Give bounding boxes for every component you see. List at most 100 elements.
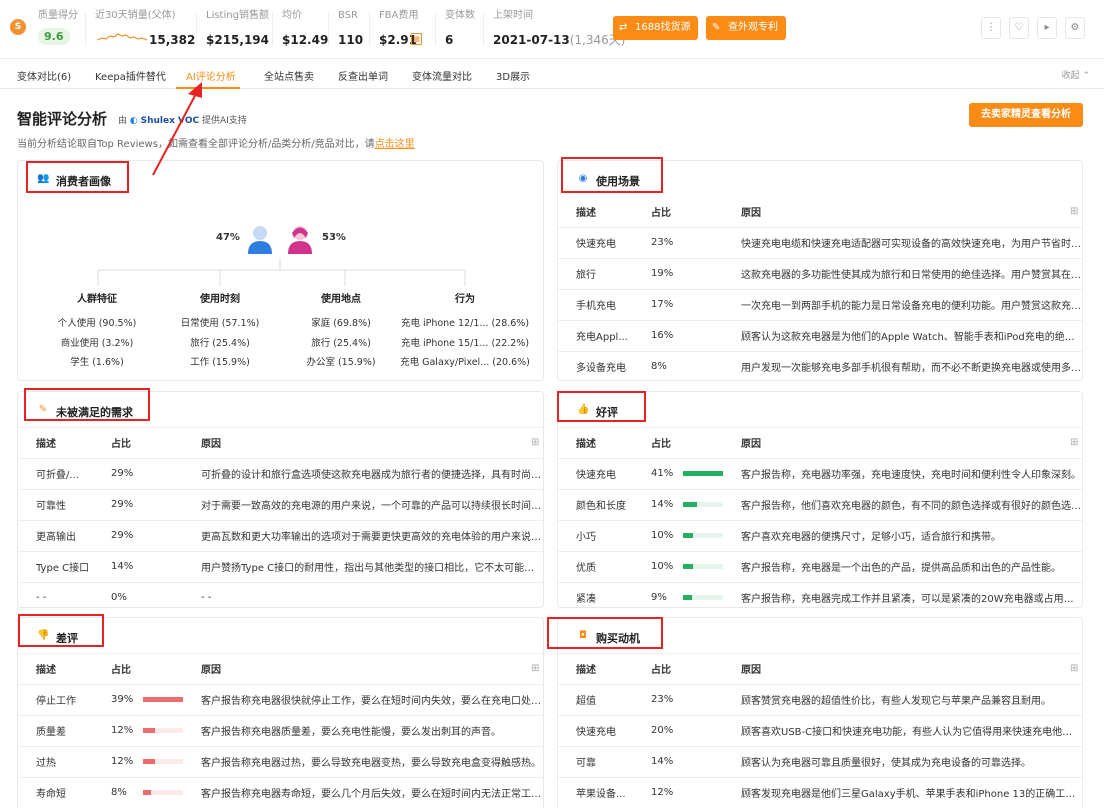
quality-score: 质量得分 9.6 [38, 10, 78, 45]
row-reason: 用户发现一次能够充电多部手机很有帮助，而不必不断更换充电器或使用多个插座。 [723, 351, 1082, 380]
usage-scenes-table: 描述 占比 原因 ⊞ 快速充电 23% 快速充电电缆和快速充电适配器可实现设备的高效快速… [558, 197, 1082, 380]
find-1688-source-button[interactable]: ⇄ 1688找货源 [613, 16, 699, 40]
percentage-bar-fill [143, 789, 152, 795]
row-percentage-cell: 14% [93, 551, 183, 583]
row-percentage-cell: 10% [633, 520, 723, 552]
table-settings-icon[interactable]: ⊞ [513, 428, 543, 459]
table-settings-icon[interactable]: ⊞ [1052, 654, 1082, 685]
table-row: 优质 10% 客户报告称，充电器是一个出色的产品，提供高品质和出色的产品性能。 [558, 551, 1082, 583]
row-reason: 客户报告称充电器质量差，要么充电性能慢，要么发出刺耳的声音。 [183, 715, 543, 747]
percentage-bar-fill [683, 532, 693, 538]
row-percentage-cell: 0% [93, 582, 183, 607]
feature-tabs: 变体对比(6) Keepa插件替代 AI评论分析 全站点售卖 反查出单词 变体流… [0, 59, 1104, 89]
row-percentage-cell: 14% [633, 489, 723, 521]
row-percentage: 10% [651, 561, 674, 572]
purchase-motive-card: ◘ 购买动机 描述 占比 原因 ⊞ 超值 23% 顾客赞赏充电器的超值性价比，有些人发现… [557, 617, 1083, 808]
row-description: 紧凑 [558, 582, 633, 607]
table-row: 可折叠/... 29% 可折叠的设计和旅行盒选项使这款充电器成为旅行者的便捷选择，具… [18, 458, 543, 490]
percentage-bar-fill [143, 758, 156, 764]
divider [328, 12, 329, 46]
row-reason: 更高瓦数和更大功率输出的选项对于需要更快更高效的充电体验的用户来说会很有帮助。 [183, 520, 543, 552]
analysis-note: 当前分析结论取自Top Reviews，如需查看全部评论分析/品类分析/竞品对比… [17, 139, 415, 150]
table-settings-icon[interactable]: ⊞ [1052, 428, 1082, 459]
percentage-bar [143, 727, 183, 733]
row-percentage: 12% [111, 756, 134, 767]
persona-column-behavior: 行为 充电 iPhone 12/1... (28.6%) 充电 iPhone 1… [400, 294, 530, 368]
row-percentage-cell: 8% [93, 777, 183, 808]
row-description: 充电Appl... [558, 320, 633, 352]
collapse-button[interactable]: 收起 ⌃ [1062, 68, 1090, 81]
row-percentage: 12% [651, 787, 674, 798]
tab-keepa[interactable]: Keepa插件替代 [95, 68, 166, 83]
page-title: 智能评论分析 [17, 110, 108, 128]
divider [483, 12, 484, 46]
negative-reviews-card: 👎 差评 描述 占比 原因 ⊞ 停止工作 39% 客户报告称充电器很快就停止工作，要么在… [17, 617, 544, 808]
percentage-bar [683, 470, 723, 476]
table-settings-icon[interactable]: ⊞ [513, 654, 543, 685]
row-percentage-cell: 39% [93, 684, 183, 716]
table-row: 质量差 12% 客户报告称充电器质量差，要么充电性能慢，要么发出刺耳的声音。 [18, 715, 543, 747]
tab-variant-compare[interactable]: 变体对比(6) [17, 68, 71, 83]
table-row: 寿命短 8% 客户报告称充电器寿命短，要么几个月后失效，要么在短时间内无法正常工作。 [18, 777, 543, 808]
row-percentage: 8% [651, 361, 667, 372]
negative-reviews-table: 描述 占比 原因 ⊞ 停止工作 39% 客户报告称充电器很快就停止工作，要么在短时间内失… [18, 654, 543, 808]
percentage-bar [143, 789, 183, 795]
tab-variant-traffic[interactable]: 变体流量对比 [412, 68, 472, 83]
row-reason: 一次充电一到两部手机的能力是日常设备充电的便利功能。用户赞赏这款充电器的多功能性… [723, 289, 1082, 321]
percentage-bar-fill [683, 470, 723, 476]
row-percentage: 0% [111, 592, 127, 603]
design-patent-button[interactable]: ✎ 查外观专利 [706, 16, 786, 40]
shopping-bag-icon: ◘ [579, 630, 587, 641]
row-reason: 客户报告称，充电器是一个出色的产品，提供高品质和出色的产品性能。 [723, 551, 1082, 583]
row-percentage-cell: 16% [633, 320, 723, 352]
row-description: 快速充电 [558, 715, 633, 747]
fba-calculator-icon[interactable]: ▦ [411, 33, 422, 45]
persona-column-when: 使用时刻 日常使用 (57.1%) 旅行 (25.4%) 工作 (15.9%) [180, 294, 260, 368]
powered-by: 由 ◐ Shulex VOC 提供AI支持 [118, 116, 247, 126]
tab-3d-view[interactable]: 3D展示 [496, 68, 530, 83]
row-percentage: 10% [651, 530, 674, 541]
positive-reviews-card: 👍 好评 描述 占比 原因 ⊞ 快速充电 41% 客户报告称，充电器功率强，充电速度快，… [557, 391, 1083, 608]
row-percentage-cell: 29% [93, 489, 183, 521]
row-reason: 客户喜欢充电器的便携尺寸，足够小巧，适合旅行和携带。 [723, 520, 1082, 552]
sales-sparkline[interactable] [97, 30, 147, 44]
table-row: 快速充电 20% 顾客喜欢USB-C接口和快速充电功能，有些人认为它值得用来快速充电… [558, 715, 1082, 747]
percentage-bar-fill [683, 594, 692, 600]
table-row: 充电Appl... 16% 顾客认为这款充电器是为他们的Apple Watch、智能… [558, 320, 1082, 352]
row-percentage-cell: 29% [93, 458, 183, 490]
tab-reverse-keywords[interactable]: 反查出单词 [338, 68, 388, 83]
edit-icon: ✎ [38, 404, 48, 415]
bsr: BSR 110 [338, 10, 364, 47]
average-price: 均价 $12.49 [282, 10, 329, 47]
more-options-icon[interactable]: ⋮ [981, 17, 1001, 39]
row-reason: 顾客发现充电器是他们三星Galaxy手机、苹果手表和iPhone 13的正确工具… [723, 777, 1082, 808]
table-row: 快速充电 41% 客户报告称，充电器功率强，充电速度快，充电时间和便利性令人印象深刻… [558, 458, 1082, 490]
row-reason: 顾客认为这款充电器是为他们的Apple Watch、智能手表和iPod充电的绝佳… [723, 320, 1082, 352]
persona-column-where: 使用地点 家庭 (69.8%) 旅行 (25.4%) 办公室 (15.9%) [306, 294, 376, 368]
persona-column-crowd: 人群特征 个人使用 (90.5%) 商业使用 (3.2%) 学生 (1.6%) [57, 294, 137, 368]
view-in-seller-sprite-button[interactable]: 去卖家精灵查看分析 [969, 103, 1083, 127]
heart-icon[interactable]: ♡ [1009, 17, 1029, 39]
tab-ai-review[interactable]: AI评论分析 [186, 68, 236, 83]
row-reason: 可折叠的设计和旅行盒选项使这款充电器成为旅行者的便捷选择，具有时尚的外观和实用性… [183, 458, 543, 490]
video-icon[interactable]: ▸ [1037, 17, 1057, 39]
link-icon: ⇄ [619, 22, 628, 33]
table-row: Type C接口 14% 用户赞扬Type C接口的耐用性，指出与其他类型的接口相比… [18, 551, 543, 583]
row-reason: 快速充电电缆和快速充电适配器可实现设备的高效快速充电，为用户节省时间。 [723, 227, 1082, 259]
row-description: 更高输出 [18, 520, 93, 552]
tab-all-sites[interactable]: 全站点售卖 [264, 68, 314, 83]
table-settings-icon[interactable]: ⊞ [1052, 197, 1082, 228]
row-description: 快速充电 [558, 458, 633, 490]
thumbs-down-icon: 👎 [37, 630, 50, 641]
row-description: 过热 [18, 746, 93, 778]
percentage-bar-fill [143, 696, 183, 702]
table-row: 可靠性 29% 对于需要一致高效的充电源的用户来说，一个可靠的产品可以持续很长时间而… [18, 489, 543, 521]
row-description: Type C接口 [18, 551, 93, 583]
usage-scenes-card: ◉ 使用场景 描述 占比 原因 ⊞ 快速充电 23% 快速充电电缆和快速充电适配器可实现… [557, 160, 1083, 381]
row-description: 超值 [558, 684, 633, 716]
click-here-link[interactable]: 点击这里 [375, 139, 415, 150]
divider [272, 12, 273, 46]
row-percentage-cell: 19% [633, 258, 723, 290]
settings-gear-icon[interactable]: ⚙ [1065, 17, 1085, 39]
female-avatar-icon [288, 226, 312, 254]
